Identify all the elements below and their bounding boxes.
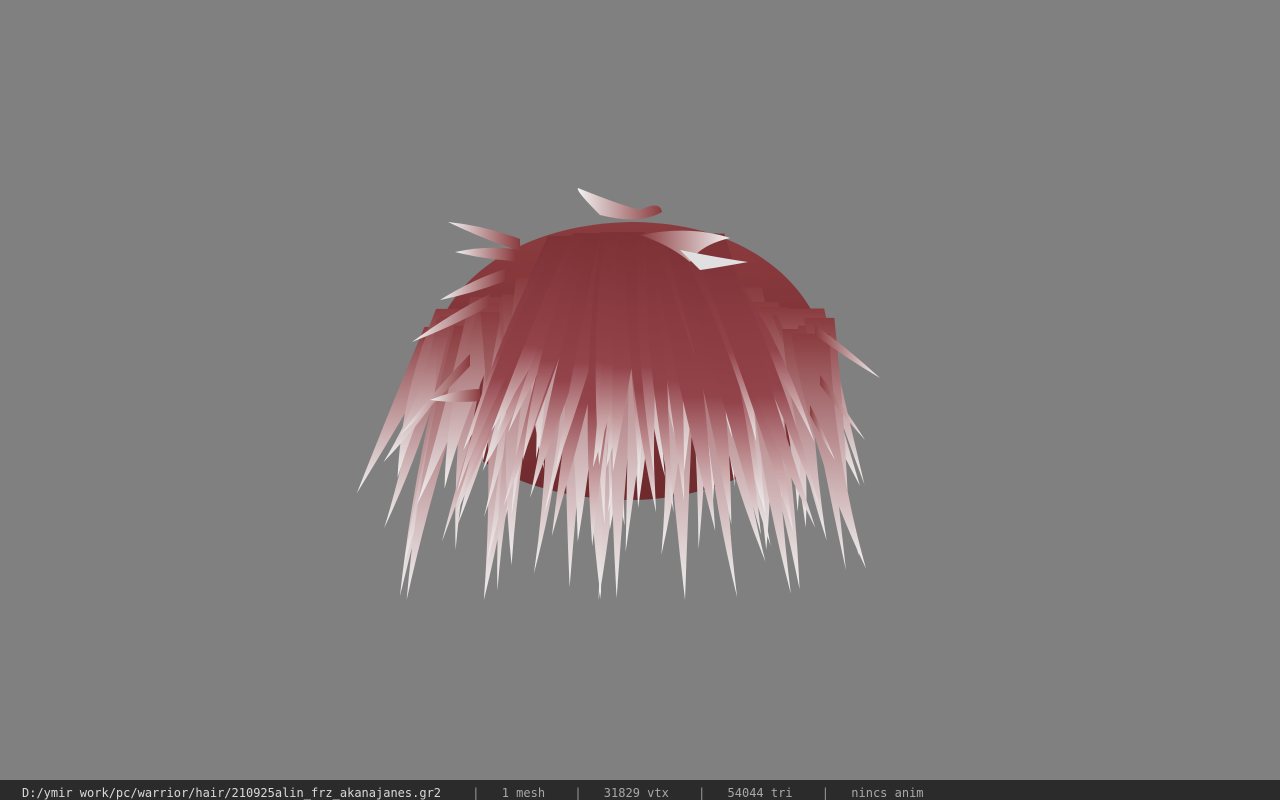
hair-spike	[448, 222, 520, 251]
animation-status: nincs anim	[851, 786, 924, 800]
separator: |	[698, 786, 706, 800]
mesh-count: 1 mesh	[501, 786, 546, 800]
separator: |	[472, 786, 480, 800]
separator: |	[821, 786, 830, 800]
separator: |	[574, 786, 582, 800]
file-path: D:/ymir work/pc/warrior/hair/210925alin_…	[22, 786, 442, 800]
3d-viewport[interactable]	[0, 0, 1280, 780]
hair-spike	[455, 247, 515, 261]
triangle-count: 54044 tri	[727, 786, 793, 800]
vertex-count: 31829 vtx	[603, 786, 669, 800]
hair-model	[356, 188, 880, 600]
hair-tuft	[577, 188, 662, 220]
status-bar: D:/ymir work/pc/warrior/hair/210925alin_…	[0, 780, 1280, 800]
